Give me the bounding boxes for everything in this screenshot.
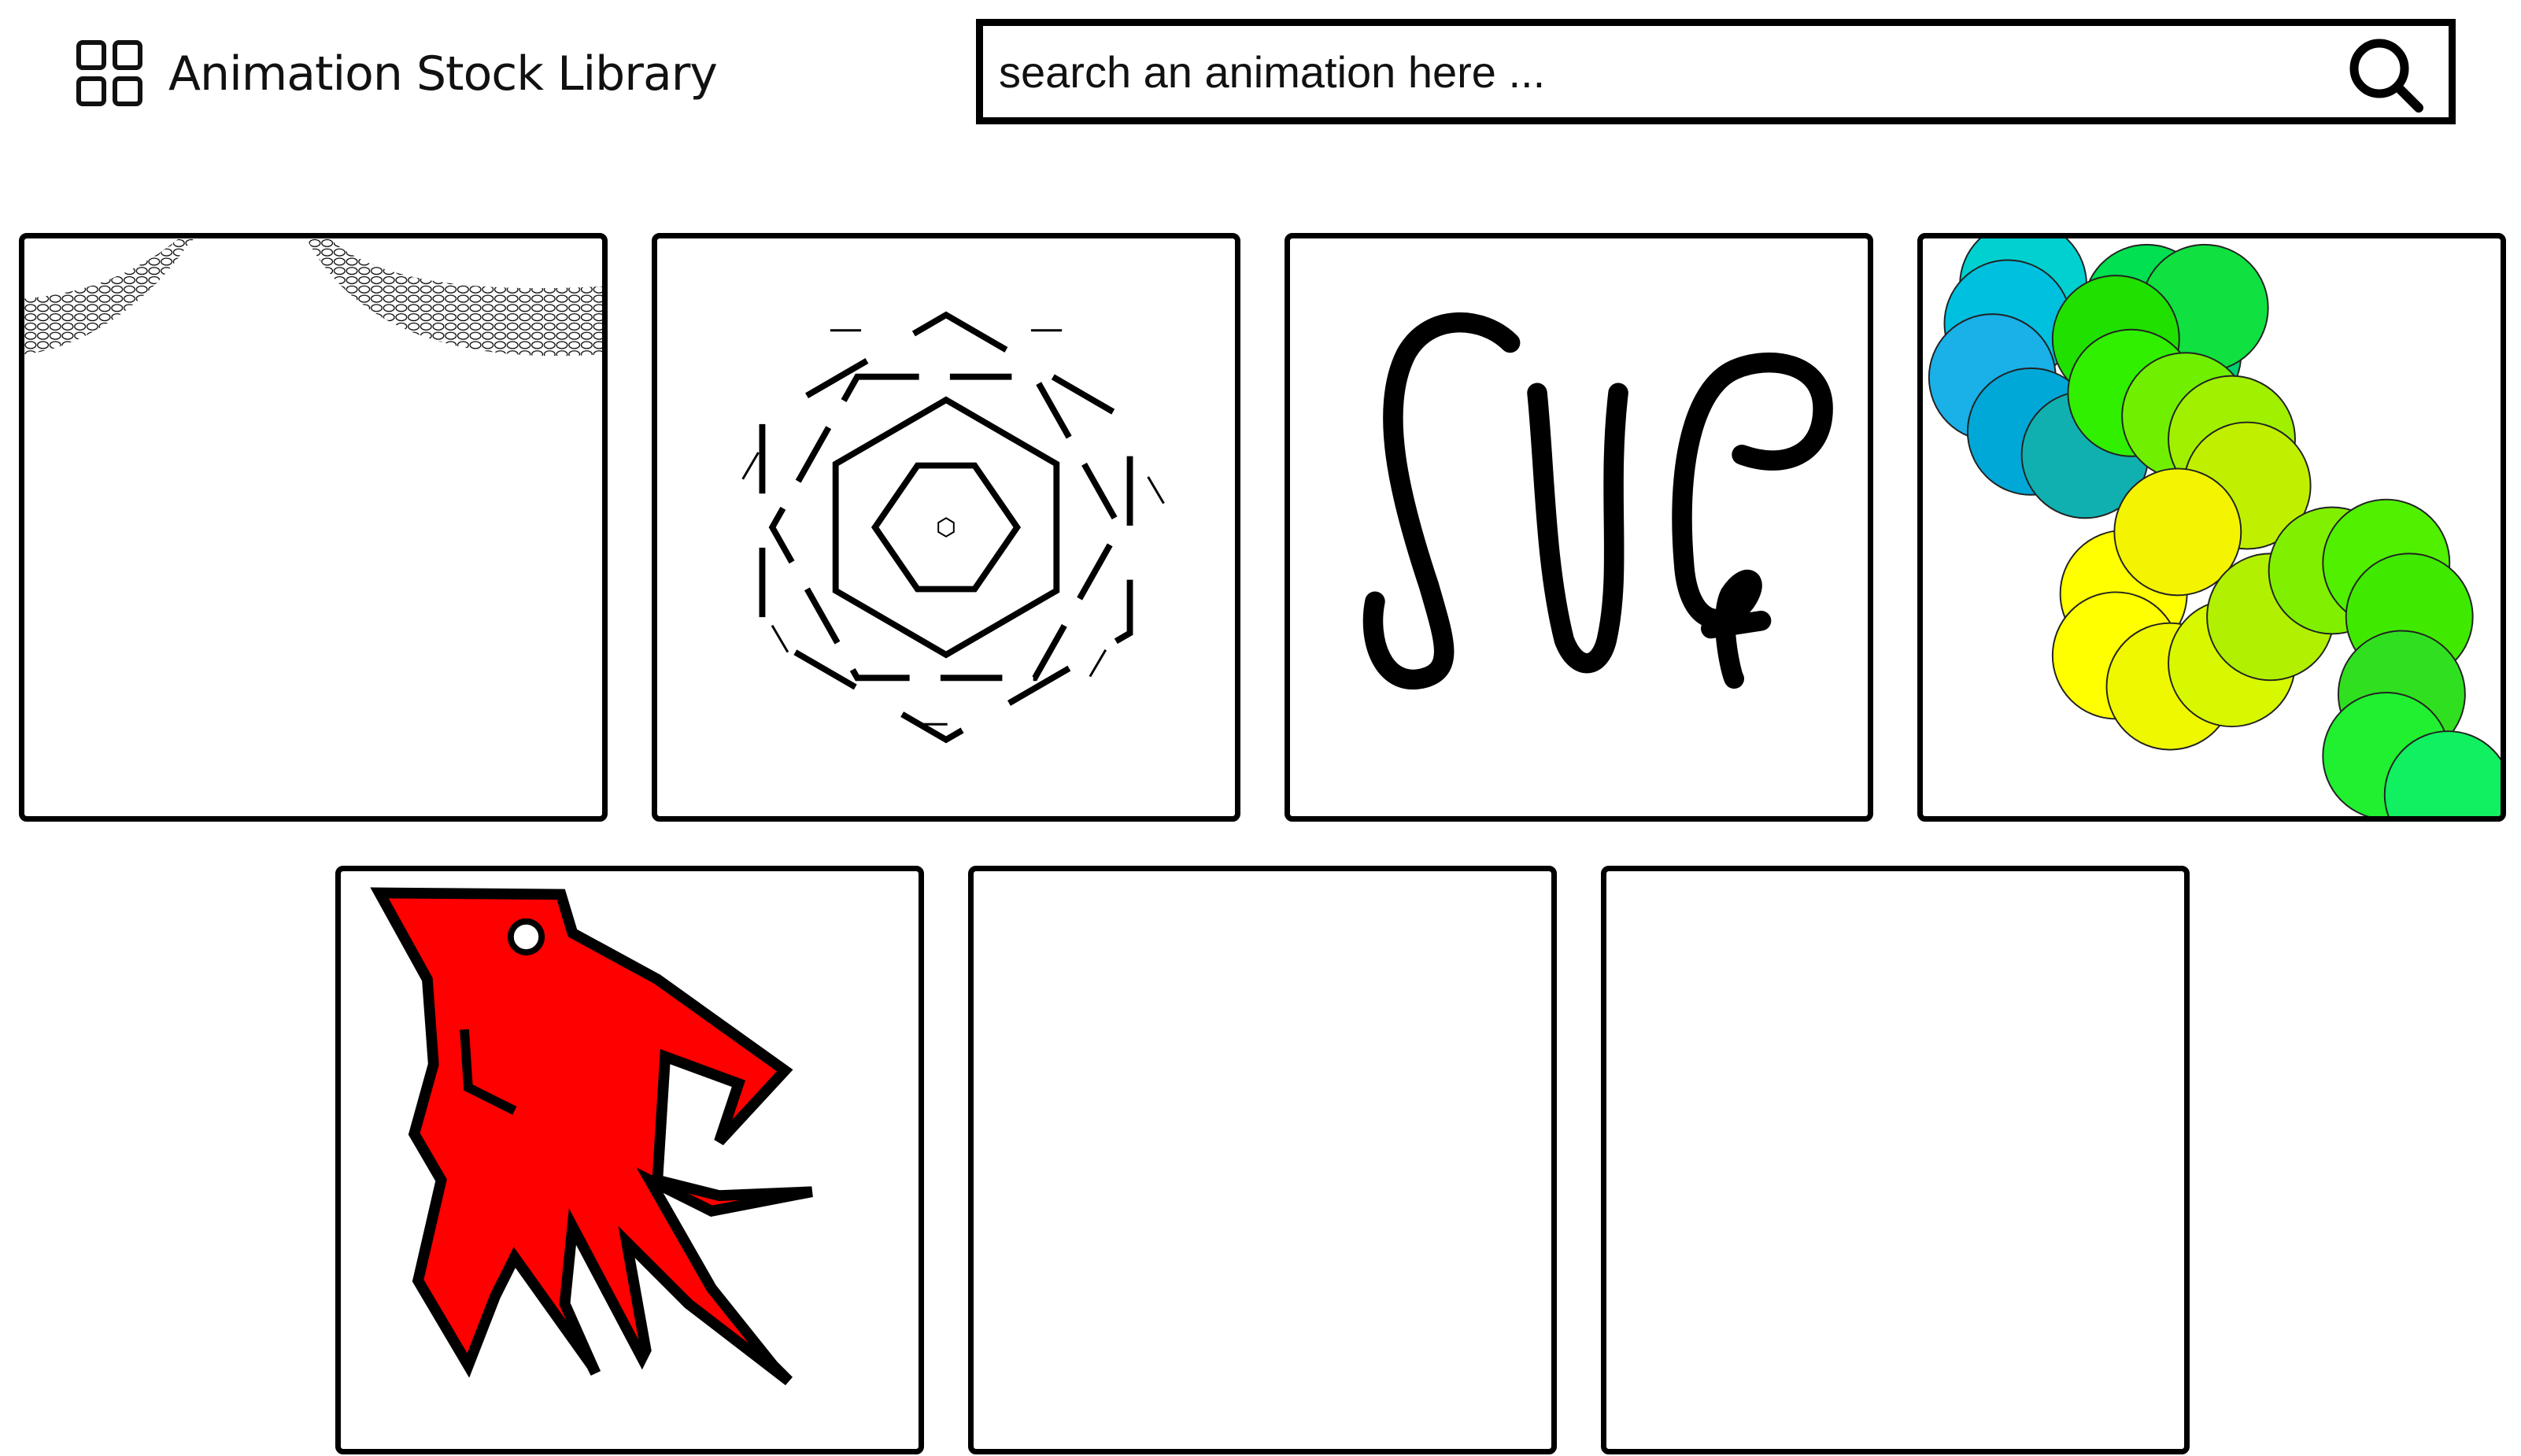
svg-handwritten-preview <box>1362 312 1833 690</box>
wavy-texture-preview <box>24 238 602 357</box>
animation-tile-svg-text[interactable] <box>1285 233 1873 822</box>
animation-tile-empty-2[interactable] <box>1601 866 2190 1454</box>
circle-spiral-preview <box>1928 238 2501 816</box>
search-bar <box>976 19 2456 124</box>
search-icon <box>2349 39 2423 113</box>
animation-tile-circle-spiral[interactable] <box>1917 233 2506 822</box>
concentric-hexagons-preview <box>712 311 1180 744</box>
search-button[interactable] <box>2342 34 2428 113</box>
animation-tile-hexagons[interactable] <box>652 233 1240 822</box>
animation-tile-empty-1[interactable] <box>968 866 1557 1454</box>
animation-tile-wavy-texture[interactable] <box>19 233 608 822</box>
animation-tile-red-squid[interactable] <box>335 866 924 1454</box>
app-title: Animation Stock Library <box>168 46 718 102</box>
app-logo <box>76 39 145 109</box>
red-squid-preview <box>370 887 813 1386</box>
grid-icon <box>76 40 142 106</box>
search-input[interactable] <box>983 26 2305 117</box>
